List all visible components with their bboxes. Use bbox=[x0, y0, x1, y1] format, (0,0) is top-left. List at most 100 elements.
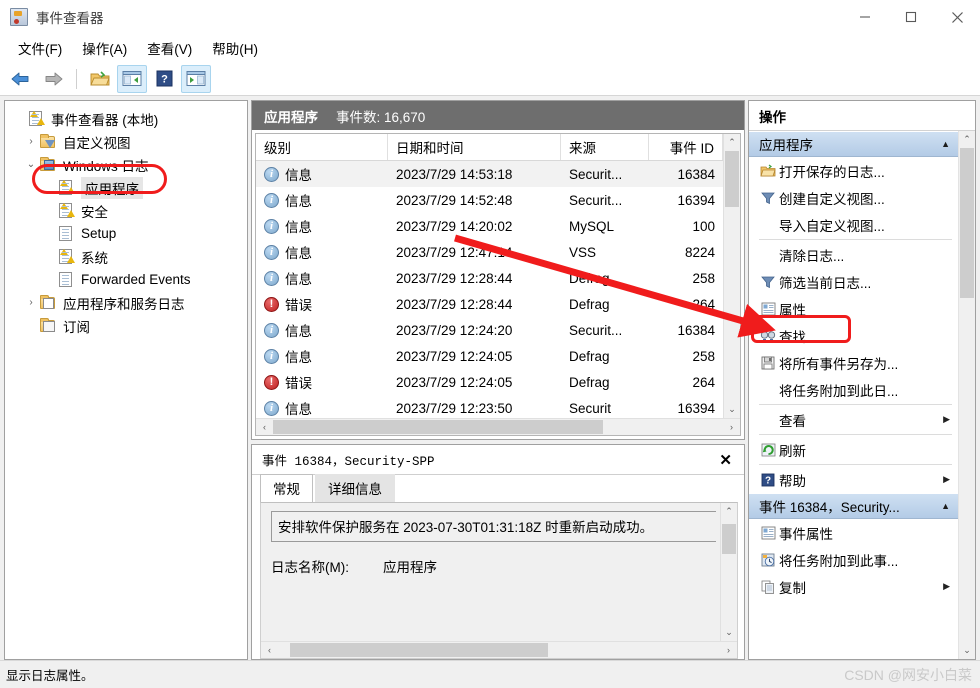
cell-datetime: 2023/7/29 12:24:05 bbox=[396, 348, 513, 364]
column-header-source[interactable]: 来源 bbox=[561, 134, 649, 160]
scroll-up-icon[interactable]: ⌃ bbox=[721, 503, 737, 520]
twisty[interactable]: ⌄ bbox=[23, 159, 39, 170]
tab-general[interactable]: 常规 bbox=[260, 474, 313, 502]
actions-section-header-application[interactable]: 应用程序 ▲ bbox=[749, 131, 958, 157]
action-import-custom-view[interactable]: 导入自定义视图... bbox=[749, 211, 958, 238]
submenu-arrow-icon[interactable]: ▶ bbox=[943, 414, 958, 425]
scroll-down-icon[interactable]: ⌄ bbox=[721, 624, 737, 641]
menu-view[interactable]: 查看(V) bbox=[137, 35, 202, 61]
scroll-down-icon[interactable]: ⌄ bbox=[959, 642, 975, 659]
submenu-arrow-icon[interactable]: ▶ bbox=[943, 474, 958, 485]
action-open-saved-log[interactable]: 打开保存的日志... bbox=[749, 157, 958, 184]
tree-node-application[interactable]: 应用程序 bbox=[9, 176, 247, 199]
maximize-icon[interactable] bbox=[888, 0, 934, 34]
twisty[interactable]: › bbox=[23, 297, 39, 308]
cell-source: Defrag bbox=[569, 348, 610, 364]
scroll-thumb[interactable] bbox=[725, 151, 739, 207]
table-row[interactable]: 信息 2023/7/29 12:23:50 Securit 16394 bbox=[256, 395, 723, 418]
tree-node-security[interactable]: 安全 bbox=[9, 199, 247, 222]
forward-icon[interactable] bbox=[38, 65, 68, 93]
menu-action[interactable]: 操作(A) bbox=[72, 35, 137, 61]
action-event-properties[interactable]: 事件属性 bbox=[749, 519, 958, 546]
show-hide-console-tree-icon[interactable] bbox=[117, 64, 147, 93]
tree-node-system[interactable]: 系统 bbox=[9, 245, 247, 268]
cell-datetime: 2023/7/29 14:52:48 bbox=[396, 192, 513, 208]
action-create-custom-view[interactable]: 创建自定义视图... bbox=[749, 184, 958, 211]
event-detail-horizontal-scrollbar[interactable]: ‹ › bbox=[261, 641, 737, 658]
scroll-track[interactable] bbox=[959, 148, 975, 642]
menu-file[interactable]: 文件(F) bbox=[8, 35, 72, 61]
action-find[interactable]: 查找... bbox=[749, 322, 958, 349]
column-header-event-id[interactable]: 事件 ID bbox=[649, 134, 723, 160]
tab-details[interactable]: 详细信息 bbox=[315, 474, 395, 502]
action-properties[interactable]: 属性 bbox=[749, 295, 958, 322]
column-header-datetime[interactable]: 日期和时间 bbox=[388, 134, 561, 160]
action-view[interactable]: 查看 ▶ bbox=[749, 406, 958, 433]
help-icon[interactable]: ? bbox=[149, 65, 179, 93]
minimize-icon[interactable] bbox=[842, 0, 888, 34]
table-row[interactable]: 信息 2023/7/29 14:53:18 Securit... 16384 bbox=[256, 161, 723, 187]
twisty[interactable]: › bbox=[23, 136, 39, 147]
action-clear-log[interactable]: 清除日志... bbox=[749, 241, 958, 268]
action-refresh[interactable]: 刷新 bbox=[749, 436, 958, 463]
scroll-up-icon[interactable]: ⌃ bbox=[724, 134, 740, 151]
tree-node-custom-views[interactable]: › 自定义视图 bbox=[9, 130, 247, 153]
log-warn-icon bbox=[57, 202, 76, 219]
scroll-up-icon[interactable]: ⌃ bbox=[959, 131, 975, 148]
table-row[interactable]: 信息 2023/7/29 12:24:20 Securit... 16384 bbox=[256, 317, 723, 343]
table-row[interactable]: 信息 2023/7/29 12:24:05 Defrag 258 bbox=[256, 343, 723, 369]
tree-node-subscriptions[interactable]: 订阅 bbox=[9, 314, 247, 337]
cell-event-id: 100 bbox=[692, 218, 715, 234]
scroll-track[interactable] bbox=[721, 520, 737, 624]
event-detail-title: 事件 16384，Security-SPP bbox=[262, 455, 435, 469]
scroll-down-icon[interactable]: ⌄ bbox=[724, 401, 740, 418]
action-copy[interactable]: 复制 ▶ bbox=[749, 573, 958, 600]
action-help[interactable]: ? 帮助 ▶ bbox=[749, 466, 958, 493]
action-attach-task-to-event[interactable]: 将任务附加到此事... bbox=[749, 546, 958, 573]
close-icon[interactable]: ✕ bbox=[713, 451, 738, 469]
action-attach-task-to-log[interactable]: 将任务附加到此日... bbox=[749, 376, 958, 403]
close-icon[interactable] bbox=[934, 0, 980, 34]
column-header-level[interactable]: 级别 bbox=[256, 134, 388, 160]
scroll-track[interactable] bbox=[724, 151, 740, 401]
actions-section-header-event[interactable]: 事件 16384，Security... ▲ bbox=[749, 493, 958, 519]
scroll-track[interactable] bbox=[278, 642, 720, 658]
action-save-all-events-as[interactable]: 将所有事件另存为... bbox=[749, 349, 958, 376]
actions-vertical-scrollbar[interactable]: ⌃ ⌄ bbox=[958, 131, 975, 659]
tree-node-windows-logs[interactable]: ⌄ Windows 日志 bbox=[9, 153, 247, 176]
cell-datetime: 2023/7/29 14:20:02 bbox=[396, 218, 513, 234]
show-hide-action-pane-icon[interactable] bbox=[181, 64, 211, 93]
scroll-thumb[interactable] bbox=[273, 420, 603, 434]
tree-node-apps-and-services-logs[interactable]: › 应用程序和服务日志 bbox=[9, 291, 247, 314]
table-row[interactable]: 信息 2023/7/29 12:28:44 Defrag 258 bbox=[256, 265, 723, 291]
event-grid-vertical-scrollbar[interactable]: ⌃ ⌄ bbox=[723, 134, 740, 418]
cell-level: 信息 bbox=[285, 220, 312, 235]
event-detail-vertical-scrollbar[interactable]: ⌃ ⌄ bbox=[720, 503, 737, 641]
scroll-left-icon[interactable]: ‹ bbox=[261, 645, 278, 655]
table-row[interactable]: 错误 2023/7/29 12:28:44 Defrag 264 bbox=[256, 291, 723, 317]
scroll-right-icon[interactable]: › bbox=[720, 645, 737, 655]
event-grid-horizontal-scrollbar[interactable]: ‹ › bbox=[256, 418, 740, 435]
table-row[interactable]: 信息 2023/7/29 14:52:48 Securit... 16394 bbox=[256, 187, 723, 213]
chevron-up-icon[interactable]: ▲ bbox=[941, 139, 950, 149]
menu-help[interactable]: 帮助(H) bbox=[202, 35, 268, 61]
scroll-thumb[interactable] bbox=[960, 148, 974, 298]
tree-node-setup[interactable]: Setup bbox=[9, 222, 247, 245]
log-warn-icon bbox=[57, 179, 76, 196]
table-row[interactable]: 错误 2023/7/29 12:24:05 Defrag 264 bbox=[256, 369, 723, 395]
table-row[interactable]: 信息 2023/7/29 12:47:14 VSS 8224 bbox=[256, 239, 723, 265]
cell-datetime: 2023/7/29 12:47:14 bbox=[396, 244, 513, 260]
submenu-arrow-icon[interactable]: ▶ bbox=[943, 581, 958, 592]
back-icon[interactable] bbox=[6, 65, 36, 93]
scroll-thumb[interactable] bbox=[290, 643, 548, 657]
tree-node-event-viewer-root[interactable]: 事件查看器 (本地) bbox=[9, 107, 247, 130]
scroll-right-icon[interactable]: › bbox=[723, 422, 740, 432]
chevron-up-icon[interactable]: ▲ bbox=[941, 501, 950, 511]
action-filter-current-log[interactable]: 筛选当前日志... bbox=[749, 268, 958, 295]
scroll-left-icon[interactable]: ‹ bbox=[256, 422, 273, 432]
scroll-thumb[interactable] bbox=[722, 524, 736, 554]
open-folder-icon[interactable] bbox=[85, 65, 115, 93]
tree-node-forwarded-events[interactable]: Forwarded Events bbox=[9, 268, 247, 291]
scroll-track[interactable] bbox=[273, 419, 723, 435]
table-row[interactable]: 信息 2023/7/29 14:20:02 MySQL 100 bbox=[256, 213, 723, 239]
